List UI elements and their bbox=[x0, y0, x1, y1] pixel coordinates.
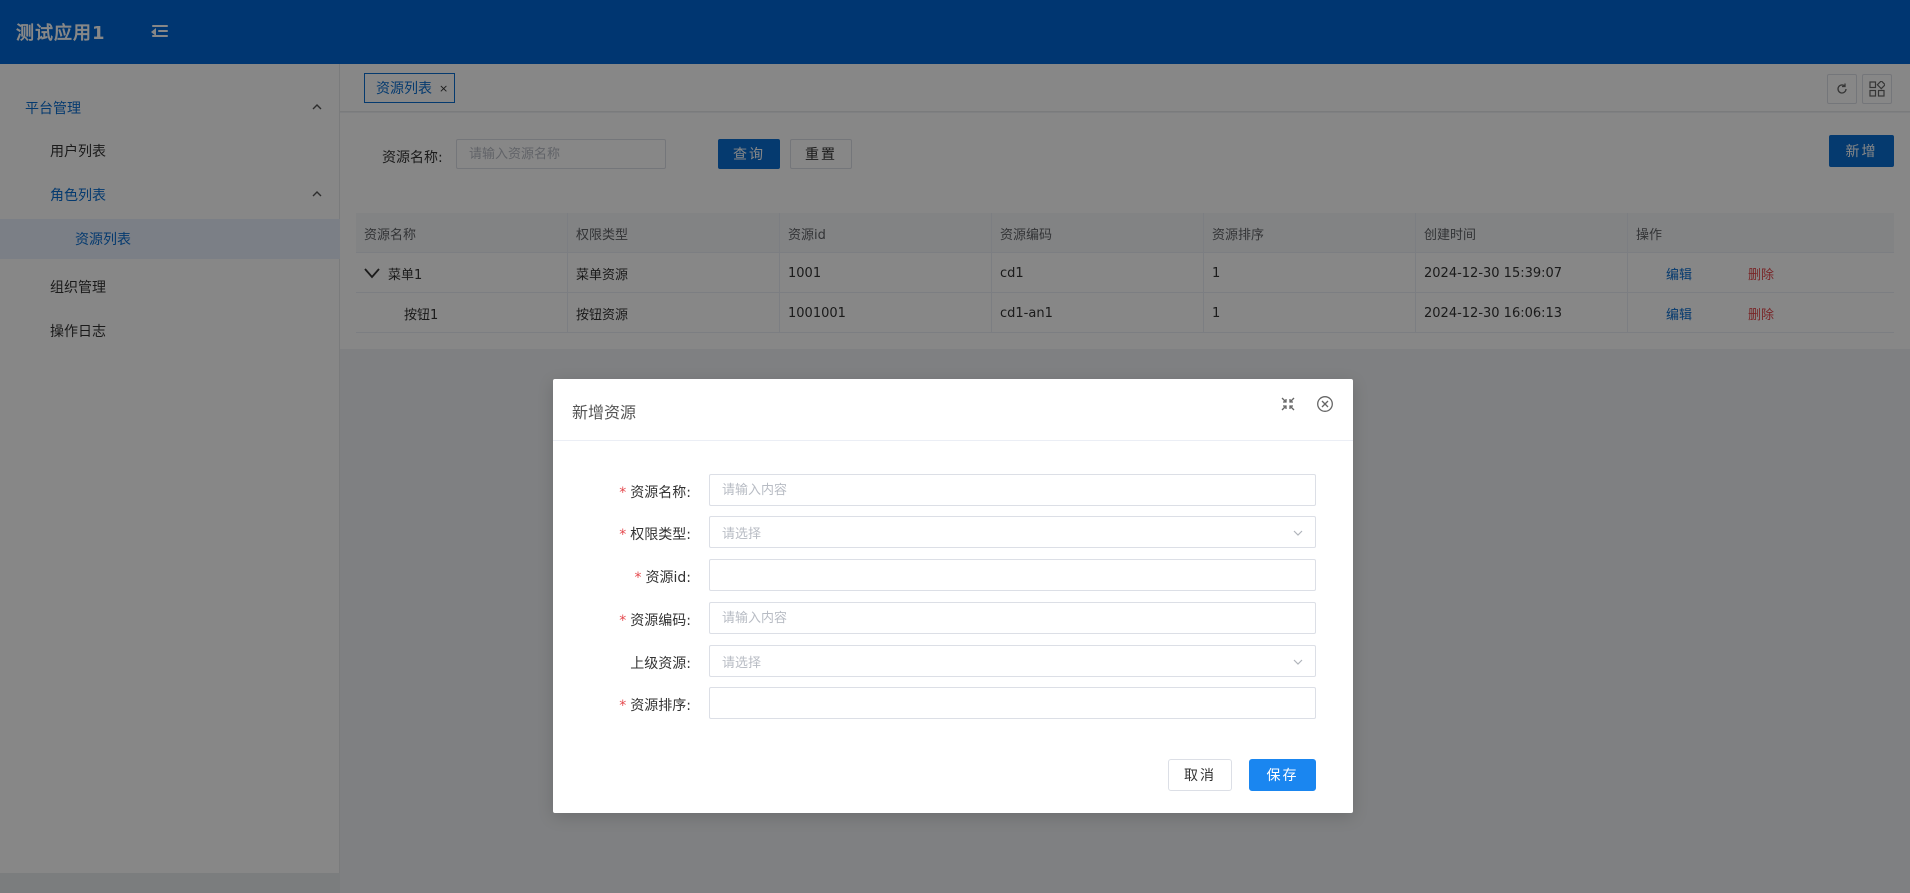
parent-resource-select[interactable]: 请选择 bbox=[709, 645, 1316, 677]
resource-id-input[interactable] bbox=[709, 559, 1316, 591]
resource-code-input[interactable] bbox=[709, 602, 1316, 634]
dialog-header: 新增资源 bbox=[553, 379, 1353, 441]
required-mark: * bbox=[619, 485, 627, 501]
close-icon[interactable] bbox=[1316, 395, 1334, 413]
save-button[interactable]: 保存 bbox=[1249, 759, 1316, 791]
required-mark: * bbox=[619, 698, 627, 714]
required-mark: * bbox=[634, 570, 642, 586]
form-label: * 资源排序: bbox=[619, 698, 691, 714]
form-row-parent-resource: 上级资源: 请选择 bbox=[553, 645, 1353, 677]
required-mark: * bbox=[619, 527, 627, 543]
form-label: * 资源编码: bbox=[619, 613, 691, 629]
dialog-title: 新增资源 bbox=[572, 403, 637, 422]
chevron-down-icon bbox=[1293, 530, 1303, 536]
form-label: 上级资源: bbox=[630, 656, 691, 672]
select-placeholder: 请选择 bbox=[722, 526, 762, 542]
select-placeholder: 请选择 bbox=[722, 655, 762, 671]
form-label: * 权限类型: bbox=[619, 527, 691, 543]
cancel-button[interactable]: 取消 bbox=[1168, 759, 1232, 791]
form-row-resource-name: * 资源名称: bbox=[553, 474, 1353, 506]
permission-type-select[interactable]: 请选择 bbox=[709, 516, 1316, 548]
minimize-icon[interactable] bbox=[1279, 395, 1297, 413]
resource-name-input[interactable] bbox=[709, 474, 1316, 506]
form-label: * 资源名称: bbox=[619, 485, 691, 501]
resource-order-input[interactable] bbox=[709, 687, 1316, 719]
form-row-resource-code: * 资源编码: bbox=[553, 602, 1353, 634]
form-label: * 资源id: bbox=[634, 570, 692, 586]
required-mark: * bbox=[619, 613, 627, 629]
form-row-permission-type: * 权限类型: 请选择 bbox=[553, 516, 1353, 548]
form-row-resource-order: * 资源排序: bbox=[553, 687, 1353, 719]
chevron-down-icon bbox=[1293, 659, 1303, 665]
form-row-resource-id: * 资源id: bbox=[553, 559, 1353, 591]
add-resource-dialog: 新增资源 *资源名称: *权限类型: 请选择 *资源id: *资源编码: 上级资… bbox=[553, 379, 1353, 813]
